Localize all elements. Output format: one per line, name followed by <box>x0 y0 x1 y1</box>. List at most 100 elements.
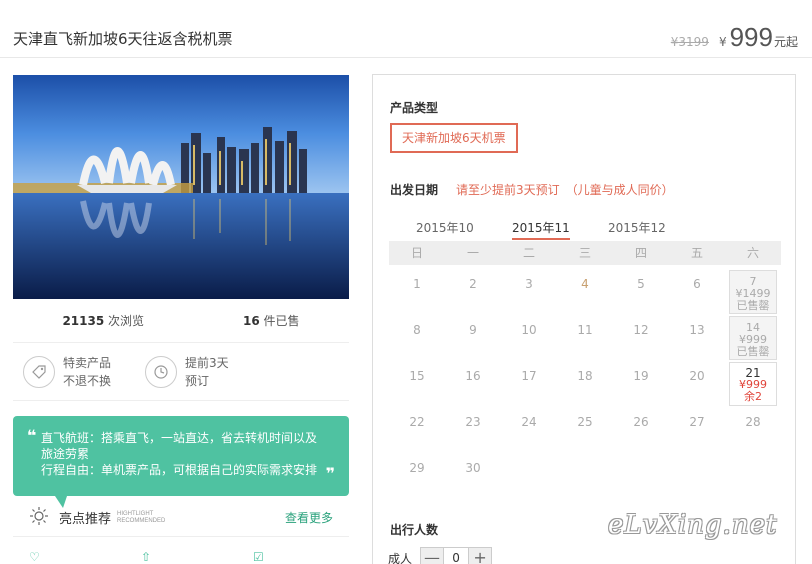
page: 天津直飞新加坡6天往返含税机票 ¥3199 ¥ 999 元起 21135 次浏览… <box>0 0 812 564</box>
calendar-day: 19 <box>613 361 669 407</box>
calendar-week: 1 2 3 4 5 6 7 ¥1499 已售罄 <box>389 269 781 315</box>
weekday-label: 四 <box>634 246 647 260</box>
calendar-day: 11 <box>557 315 613 361</box>
current-price: 999 <box>729 22 773 52</box>
day-status: 余2 <box>744 390 762 403</box>
day-number: 2 <box>469 277 477 291</box>
calendar-day: 22 <box>389 407 445 453</box>
booking-panel: 产品类型 天津新加坡6天机票 出发日期 请至少提前3天预订 （儿童与成人同价） … <box>372 74 796 564</box>
day-number: 13 <box>689 323 705 337</box>
highlight-line2: 旅途劳累 <box>41 447 90 461</box>
sold-label: 件已售 <box>263 314 300 328</box>
left-column: 21135 次浏览 16 件已售 特卖产品 不退不换 提前3天预订 ❝ 直飞航班：… <box>13 75 349 564</box>
views-label: 次浏览 <box>108 314 145 328</box>
day-status: 已售罄 <box>736 299 770 312</box>
calendar-day: 26 <box>613 407 669 453</box>
open-quote-icon: ❝ <box>27 426 37 445</box>
month-tabs: 2015年10 2015年11 2015年12 <box>389 215 781 240</box>
increment-button[interactable]: + <box>469 548 492 564</box>
stats-row: 21135 次浏览 16 件已售 <box>13 299 349 343</box>
product-photo[interactable] <box>13 75 349 299</box>
feature-line1: 提前3天 <box>185 355 229 370</box>
day-number: 20 <box>689 369 705 383</box>
day-number: 8 <box>413 323 421 337</box>
day-number: 25 <box>577 415 593 429</box>
highlight-title: 亮点推荐 <box>59 512 112 527</box>
day-number: 30 <box>465 461 481 475</box>
product-type-option[interactable]: 天津新加坡6天机票 <box>390 123 518 153</box>
product-type-label: 产品类型 <box>390 101 439 115</box>
day-status: 已售罄 <box>736 345 770 358</box>
highlight-line1: 直飞航班：搭乘直飞，一站直达，省去转机时间以及 <box>41 431 318 445</box>
sold-count: 16 <box>242 314 260 328</box>
calendar-day: 27 <box>669 407 725 453</box>
check-icon[interactable]: ☑ <box>237 550 349 564</box>
calendar-day[interactable]: 21 ¥999 余2 <box>729 362 777 406</box>
weekday-header: 日一二三四五六 <box>389 241 781 265</box>
tab-month-dec[interactable]: 2015年12 <box>608 219 666 236</box>
feature-text: 提前3天预订 <box>185 354 229 390</box>
share-icon[interactable]: ⇧ <box>125 550 237 564</box>
feature-line2: 预订 <box>185 373 210 388</box>
highlight-en-line2: RECOMMENDED <box>117 517 166 524</box>
highlight-recommend-row: 亮点推荐 HIGHTLIGHT RECOMMENDED 查看更多 <box>13 499 349 537</box>
feature-line1: 特卖产品 <box>63 355 112 370</box>
views-stat: 21135 次浏览 <box>62 312 144 329</box>
price-block: ¥3199 ¥ 999 元起 <box>671 24 798 50</box>
day-number: 17 <box>521 369 537 383</box>
calendar-day: 8 <box>389 315 445 361</box>
day-number: 4 <box>581 277 589 291</box>
favorite-icon[interactable]: ♡ <box>13 550 125 564</box>
calendar-day: 13 <box>669 315 725 361</box>
calendar-day: 6 <box>669 269 725 315</box>
calendar-day: 5 <box>613 269 669 315</box>
calendar-day: 1 <box>389 269 445 315</box>
calendar-day: 18 <box>557 361 613 407</box>
day-number: 26 <box>633 415 649 429</box>
highlight-en-line1: HIGHTLIGHT <box>117 510 154 517</box>
calendar-day: 25 <box>557 407 613 453</box>
day-number: 28 <box>745 415 761 429</box>
day-number: 19 <box>633 369 649 383</box>
day-number: 23 <box>465 415 481 429</box>
calendar-day: 28 <box>725 407 781 453</box>
sold-stat: 16 件已售 <box>243 312 300 329</box>
day-number: 3 <box>525 277 533 291</box>
decrement-button[interactable]: — <box>421 548 444 564</box>
adult-label: 成人 <box>388 551 413 564</box>
date-tip: 请至少提前3天预订 （儿童与成人同价） <box>456 183 674 197</box>
calendar-day: 12 <box>613 315 669 361</box>
adult-row: 成人 — 0 + <box>388 547 493 564</box>
calendar-day: 2 <box>445 269 501 315</box>
calendar-day: 14 ¥999 已售罄 <box>729 316 777 360</box>
day-number: 24 <box>521 415 537 429</box>
calendar-day: 15 <box>389 361 445 407</box>
calendar-day: 17 <box>501 361 557 407</box>
day-number: 27 <box>689 415 705 429</box>
day-number: 6 <box>693 277 701 291</box>
tab-month-oct[interactable]: 2015年10 <box>416 219 474 236</box>
calendar-day: 9 <box>445 315 501 361</box>
adult-count[interactable]: 0 <box>443 548 470 564</box>
calendar-day: 29 <box>389 453 445 499</box>
day-number: 16 <box>465 369 481 383</box>
weekday-label: 三 <box>578 246 591 260</box>
product-title: 天津直飞新加坡6天往返含税机票 <box>13 30 233 48</box>
calendar-day: 24 <box>501 407 557 453</box>
title-bar: 天津直飞新加坡6天往返含税机票 ¥3199 ¥ 999 元起 <box>0 4 812 58</box>
calendar-week: 8 9 10 11 12 13 14 ¥999 已售罄 <box>389 315 781 361</box>
feature-advance-booking: 提前3天预订 <box>145 354 257 390</box>
calendar-grid: 1 2 3 4 5 6 7 ¥1499 已售罄 8 9 10 11 12 13 14 ¥999 已售罄 15 16 17… <box>389 269 781 499</box>
day-number: 18 <box>577 369 593 383</box>
day-number: 10 <box>521 323 537 337</box>
weekday-label: 五 <box>690 246 703 260</box>
weekday-label: 日 <box>410 246 423 260</box>
weekday-label: 六 <box>746 246 759 260</box>
calendar-day: 23 <box>445 407 501 453</box>
views-count: 21135 <box>62 314 105 328</box>
tab-month-nov[interactable]: 2015年11 <box>512 219 570 240</box>
view-more-link[interactable]: 查看更多 <box>285 509 333 526</box>
watermark: eLvXing.net <box>608 510 778 540</box>
feature-text: 特卖产品 不退不换 <box>63 354 111 390</box>
departure-date-label: 出发日期 <box>390 183 439 197</box>
